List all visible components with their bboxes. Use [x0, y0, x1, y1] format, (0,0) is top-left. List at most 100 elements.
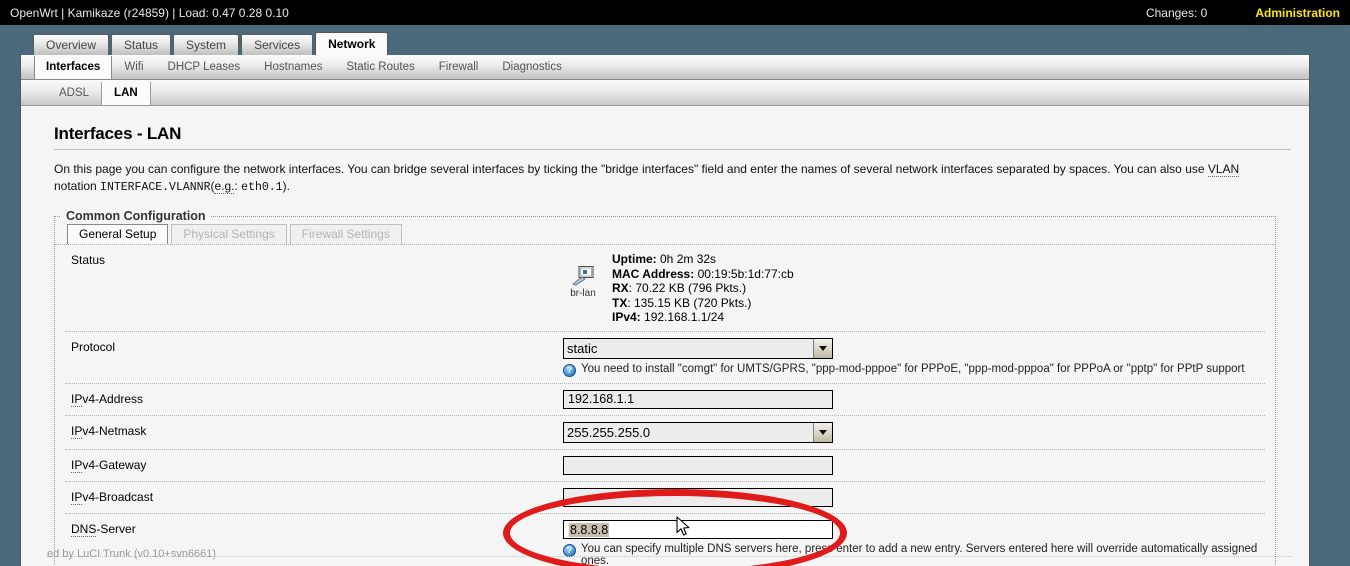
nav-tab-status[interactable]: Status: [111, 34, 172, 55]
page-description: On this page you can configure the netwo…: [54, 162, 1240, 194]
ipv4-netmask-select[interactable]: 255.255.255.0: [563, 421, 833, 443]
status-line-tx: TX: 135.15 KB (720 Pkts.): [612, 296, 794, 311]
nav-tab-network[interactable]: Network: [315, 32, 389, 55]
changes-counter[interactable]: Changes: 0: [1146, 6, 1207, 20]
label-ipv4-address-rest: v4-Address: [82, 391, 144, 406]
interface-icon-wrap: br-lan: [563, 252, 603, 299]
dns-server-selection-highlight: 8.8.8.8: [569, 522, 610, 537]
iface-tab-adsl[interactable]: ADSL: [47, 82, 101, 105]
subnav-tab-wifi[interactable]: Wifi: [112, 57, 155, 79]
row-ipv4-address: IPv4-Address: [65, 384, 1265, 416]
status-key-rx: RX: [612, 281, 629, 295]
page-body: Interfaces - LAN On this page you can co…: [21, 124, 1309, 566]
netmask-select-wrap[interactable]: 255.255.255.0: [563, 421, 833, 443]
status-line-mac: MAC Address: 00:19:5b:1d:77:cb: [612, 267, 794, 282]
field-status: br-lan Uptime: 0h 2m 32s MAC Address: 00…: [563, 251, 1265, 325]
status-key-mac: MAC Address:: [612, 266, 695, 281]
interface-status-box: br-lan Uptime: 0h 2m 32s MAC Address: 00…: [563, 251, 1265, 325]
status-value-uptime: 0h 2m 32s: [656, 252, 717, 266]
field-protocol: static ? You need to install "comgt" for…: [563, 337, 1265, 377]
nav-tab-services[interactable]: Services: [241, 34, 314, 55]
row-status: Status br-lan Uptime: 0h 2m 32s MAC Addr…: [65, 245, 1265, 332]
row-dns-server: DNS-Server 8.8.8.8 ? You can specify mul…: [65, 514, 1265, 566]
field-ipv4-gateway: [563, 455, 1265, 475]
status-key-tx: TX: [612, 295, 628, 310]
protocol-select-wrap[interactable]: static: [563, 337, 833, 359]
help-icon: ?: [563, 543, 576, 557]
label-ipv4-gateway-rest: v4-Gateway: [82, 457, 147, 472]
subnav-tab-hostnames[interactable]: Hostnames: [252, 57, 334, 79]
protocol-select[interactable]: static: [563, 337, 833, 359]
eth0-code: eth0.1: [241, 181, 283, 194]
ip-abbr-gateway: IP: [71, 457, 83, 473]
eg-abbr: e.g.: [214, 179, 235, 194]
interface-name-label: br-lan: [570, 288, 596, 299]
status-value-rx: : 70.22 KB (796 Pkts.): [628, 281, 747, 295]
vlan-abbr: VLAN: [1207, 162, 1240, 177]
field-ipv4-address: [563, 389, 1265, 409]
label-ipv4-gateway: IPv4-Gateway: [65, 456, 563, 473]
status-value-mac: 00:19:5b:1d:77:cb: [694, 266, 794, 281]
subnav-tab-static-routes[interactable]: Static Routes: [334, 57, 426, 79]
row-ipv4-netmask: IPv4-Netmask 255.255.255.0: [65, 416, 1265, 450]
main-nav-tablist: Overview Status System Services Network: [33, 32, 390, 55]
desc-end: ).: [282, 179, 290, 193]
page-description-text: On this page you can configure the netwo…: [54, 162, 1208, 176]
ip-abbr-netmask: IP: [71, 423, 83, 439]
title-divider: [54, 149, 1291, 150]
status-header: OpenWrt | Kamikaze (r24859) | Load: 0.47…: [0, 0, 1350, 25]
row-ipv4-broadcast: IPv4-Broadcast: [65, 482, 1265, 514]
nav-tab-system[interactable]: System: [173, 34, 240, 55]
fieldset-legend: Common Configuration: [66, 209, 206, 223]
subnav-tab-diagnostics[interactable]: Diagnostics: [490, 57, 573, 79]
tab-general-setup[interactable]: General Setup: [67, 224, 169, 244]
tab-firewall-settings[interactable]: Firewall Settings: [289, 224, 402, 244]
nav-tab-overview[interactable]: Overview: [33, 34, 110, 55]
tab-physical-settings[interactable]: Physical Settings: [171, 224, 287, 244]
label-dns-server-rest: -Server: [96, 521, 136, 536]
status-key-ipv4: IPv4:: [612, 310, 641, 324]
subnav-tab-dhcp-leases[interactable]: DHCP Leases: [156, 57, 253, 79]
iface-tab-lan[interactable]: LAN: [101, 82, 151, 105]
dns-abbr: DNS: [71, 521, 97, 537]
label-ipv4-netmask: IPv4-Netmask: [65, 422, 563, 439]
label-dns-server: DNS-Server: [65, 520, 563, 537]
status-line-rx: RX: 70.22 KB (796 Pkts.): [612, 281, 794, 296]
interface-subnav: ADSL LAN: [21, 80, 1309, 106]
label-status: Status: [71, 253, 106, 267]
ipv4-broadcast-input[interactable]: [563, 487, 833, 507]
label-ipv4-broadcast: IPv4-Broadcast: [65, 488, 563, 505]
dns-server-hint: ? You can specify multiple DNS servers h…: [563, 543, 1265, 566]
status-value-ipv4: 192.168.1.1/24: [640, 310, 725, 324]
help-icon: ?: [563, 363, 576, 377]
main-navigation: Overview Status System Services Network: [0, 25, 1350, 55]
interface-vlannr-code: INTERFACE.VLANNR: [100, 181, 211, 194]
protocol-hint: ? You need to install "comgt" for UMTS/G…: [563, 363, 1265, 377]
system-brand-label: OpenWrt | Kamikaze (r24859) | Load: 0.47…: [10, 5, 289, 20]
subnav-tab-firewall[interactable]: Firewall: [427, 57, 491, 79]
footer-divider: [47, 556, 1291, 557]
administration-link[interactable]: Administration: [1255, 6, 1340, 20]
ipv4-gateway-input[interactable]: [563, 455, 833, 475]
protocol-hint-text: You need to install "comgt" for UMTS/GPR…: [581, 362, 1245, 375]
row-protocol: Protocol static ? You need to install "c…: [65, 332, 1265, 384]
ipv4-address-input[interactable]: [563, 389, 833, 409]
ip-abbr-address: IP: [71, 391, 83, 407]
ip-abbr-broadcast: IP: [71, 489, 83, 505]
label-ipv4-netmask-rest: v4-Netmask: [82, 423, 147, 438]
dns-server-hint-text: You can specify multiple DNS servers her…: [581, 542, 1258, 566]
row-ipv4-gateway: IPv4-Gateway: [65, 450, 1265, 482]
interface-info-list: Uptime: 0h 2m 32s MAC Address: 00:19:5b:…: [612, 252, 794, 325]
page-title: Interfaces - LAN: [54, 124, 182, 143]
common-configuration-fieldset: Common Configuration General Setup Physi…: [54, 209, 1276, 566]
subnav-tab-interfaces[interactable]: Interfaces: [34, 56, 113, 79]
field-dns-server: 8.8.8.8 ? You can specify multiple DNS s…: [563, 519, 1265, 566]
status-line-ipv4: IPv4: 192.168.1.1/24: [612, 310, 794, 325]
label-protocol: Protocol: [71, 339, 116, 354]
footer-credit: ed by LuCI Trunk (v0.10+svn6661): [47, 548, 217, 560]
network-subnav: Interfaces Wifi DHCP Leases Hostnames St…: [21, 55, 1309, 80]
label-ipv4-broadcast-rest: v4-Broadcast: [82, 489, 154, 504]
field-ipv4-netmask: 255.255.255.0: [563, 421, 1265, 443]
desc-colon: :: [234, 179, 238, 193]
status-value-tx: : 135.15 KB (720 Pkts.): [627, 295, 752, 310]
